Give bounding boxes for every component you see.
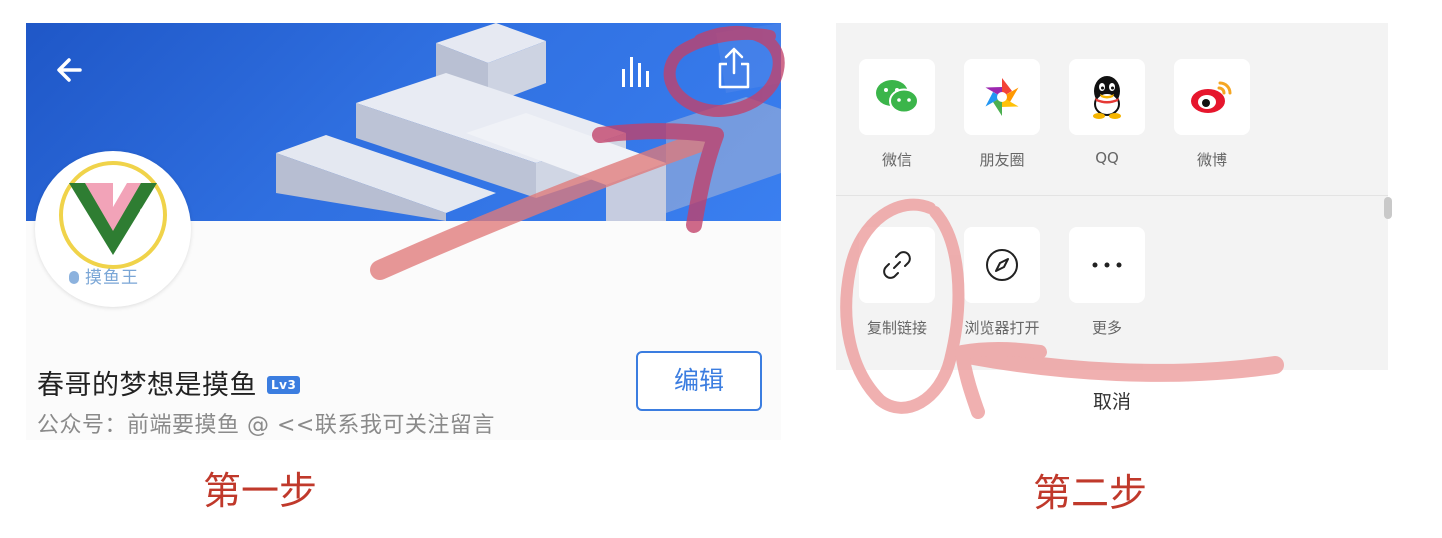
share-button[interactable] [714, 45, 754, 91]
avatar-tag-text: 摸鱼王 [85, 268, 139, 288]
more-dots-icon [1092, 262, 1122, 268]
qq-icon [1093, 76, 1121, 119]
step1-caption: 第一步 [203, 469, 318, 513]
share-weibo[interactable]: 微博 [1173, 59, 1251, 170]
more-options[interactable]: 更多 [1068, 227, 1146, 338]
share-weibo-tile [1174, 59, 1250, 135]
profile-description: 公众号：前端要摸鱼 @ <<联系我可关注留言 [37, 413, 495, 438]
bottle-icon [69, 271, 79, 284]
open-in-browser-tile [964, 227, 1040, 303]
share-wechat[interactable]: 微信 [858, 59, 936, 170]
open-in-browser-label: 浏览器打开 [964, 319, 1040, 337]
weibo-icon [1191, 81, 1232, 113]
stats-button[interactable] [616, 51, 660, 91]
share-wechat-label: 微信 [881, 151, 912, 169]
share-moments-label: 朋友圈 [979, 151, 1025, 169]
arrow-left-icon [57, 58, 82, 82]
share-moments[interactable]: 朋友圈 [963, 59, 1041, 170]
copy-link-tile [859, 227, 935, 303]
scrollbar-thumb[interactable] [1384, 197, 1392, 219]
moments-icon [985, 78, 1019, 116]
share-qq[interactable]: QQ [1068, 59, 1146, 167]
profile-name: 春哥的梦想是摸鱼 Lv3 [37, 363, 301, 402]
sheet-divider [836, 195, 1388, 196]
more-options-label: 更多 [1091, 319, 1122, 337]
profile-screen: 摸鱼王 春哥的梦想是摸鱼 Lv3 公众号：前端要摸鱼 @ <<联系我可关注留言 编… [26, 23, 781, 440]
profile-name-text: 春哥的梦想是摸鱼 [37, 370, 257, 401]
share-qq-tile [1069, 59, 1145, 135]
share-weibo-label: 微博 [1196, 151, 1227, 169]
bar-chart-icon [622, 57, 649, 87]
copy-link-label: 复制链接 [866, 319, 927, 337]
share-moments-tile [964, 59, 1040, 135]
share-upload-icon [718, 47, 750, 89]
level-badge: Lv3 [267, 376, 301, 394]
back-button[interactable] [50, 49, 92, 91]
more-options-tile [1069, 227, 1145, 303]
share-wechat-tile [859, 59, 935, 135]
avatar-tag: 摸鱼王 [69, 263, 139, 288]
edit-button[interactable]: 编辑 [636, 351, 762, 411]
share-qq-label: QQ [1095, 149, 1119, 167]
wechat-icon [876, 80, 919, 114]
share-sheet: 微信 朋友圈 QQ 微博 复制链接 浏览器打开 更多 取消 [836, 23, 1388, 434]
cancel-button[interactable]: 取消 [836, 370, 1388, 434]
copy-link[interactable]: 复制链接 [858, 227, 936, 338]
step2-caption: 第二步 [1033, 471, 1148, 515]
link-icon [883, 251, 911, 279]
compass-icon [986, 249, 1018, 281]
open-in-browser[interactable]: 浏览器打开 [963, 227, 1041, 338]
avatar[interactable]: 摸鱼王 [35, 151, 191, 307]
